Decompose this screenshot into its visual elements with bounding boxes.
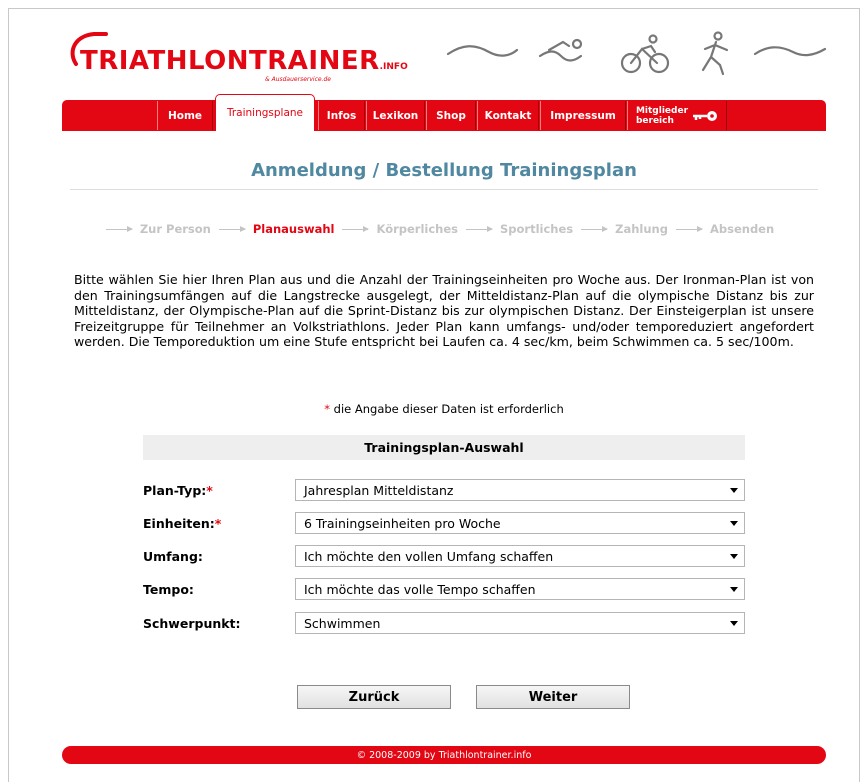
nav-mitgliederbereich[interactable]: Mitglieder bereich bbox=[627, 101, 727, 130]
umfang-select[interactable]: Ich möchte den vollen Umfang schaffen bbox=[295, 545, 745, 567]
required-note: * die Angabe dieser Daten ist erforderli… bbox=[62, 402, 826, 416]
tempo-value: Ich möchte das volle Tempo schaffen bbox=[304, 581, 536, 597]
plan-typ-value: Jahresplan Mitteldistanz bbox=[304, 482, 454, 498]
einheiten-label: Einheiten: * bbox=[143, 515, 222, 531]
intro-text: Bitte wählen Sie hier Ihren Plan aus und… bbox=[74, 272, 814, 349]
plan-typ-select[interactable]: Jahresplan Mitteldistanz bbox=[295, 479, 745, 501]
nav-kontakt[interactable]: Kontakt bbox=[477, 101, 539, 130]
chevron-down-icon bbox=[730, 488, 738, 493]
logo-text: TRIATHLONTRAINER.INFO bbox=[80, 46, 408, 76]
next-button[interactable]: Weiter bbox=[476, 685, 630, 709]
logo-suffix: .INFO bbox=[379, 62, 408, 72]
nav-infos[interactable]: Infos bbox=[318, 101, 365, 130]
schwerpunkt-label: Schwerpunkt: bbox=[143, 615, 241, 631]
step-planauswahl: Planauswahl bbox=[252, 222, 335, 236]
chevron-down-icon bbox=[730, 554, 738, 559]
step-absenden: Absenden bbox=[709, 222, 775, 236]
step-arrow-icon bbox=[675, 225, 703, 232]
required-note-text: die Angabe dieser Daten ist erforderlich bbox=[330, 402, 564, 416]
step-sportliches: Sportliches bbox=[500, 222, 574, 236]
step-arrow-icon bbox=[581, 225, 609, 232]
step-arrow-icon bbox=[342, 225, 370, 232]
nav-lexikon[interactable]: Lexikon bbox=[366, 101, 425, 130]
umfang-label: Umfang: bbox=[143, 548, 203, 564]
plan-typ-label: Plan-Typ: * bbox=[143, 482, 213, 498]
key-icon bbox=[693, 110, 718, 121]
step-arrow-icon bbox=[466, 225, 494, 232]
logo-subline: & Ausdauerservice.de bbox=[265, 76, 331, 83]
chevron-down-icon bbox=[730, 587, 738, 592]
tempo-select[interactable]: Ich möchte das volle Tempo schaffen bbox=[295, 578, 745, 600]
einheiten-value: 6 Trainingseinheiten pro Woche bbox=[304, 515, 501, 531]
step-koerperliches: Körperliches bbox=[376, 222, 459, 236]
chevron-down-icon bbox=[730, 621, 738, 626]
umfang-value: Ich möchte den vollen Umfang schaffen bbox=[304, 548, 554, 564]
nav-impressum[interactable]: Impressum bbox=[540, 101, 626, 130]
step-arrow-icon bbox=[105, 225, 133, 232]
einheiten-select[interactable]: 6 Trainingseinheiten pro Woche bbox=[295, 512, 745, 534]
sports-pictogram-icon bbox=[446, 31, 827, 76]
schwerpunkt-select[interactable]: Schwimmen bbox=[295, 612, 745, 634]
nav-member-label: Mitglieder bereich bbox=[635, 105, 689, 126]
site-logo[interactable]: TRIATHLONTRAINER.INFO & Ausdauerservice.… bbox=[62, 30, 422, 90]
nav-home[interactable]: Home bbox=[157, 101, 213, 130]
nav-trainingsplane[interactable]: Trainingsplane bbox=[215, 94, 315, 131]
step-arrow-icon bbox=[218, 225, 246, 232]
step-zahlung: Zahlung bbox=[615, 222, 668, 236]
page-title: Anmeldung / Bestellung Trainingsplan bbox=[251, 160, 637, 181]
tempo-label: Tempo: bbox=[143, 581, 194, 597]
schwerpunkt-value: Schwimmen bbox=[304, 615, 381, 631]
nav-shop[interactable]: Shop bbox=[426, 101, 476, 130]
section-title: Trainingsplan-Auswahl bbox=[143, 435, 745, 460]
step-zur-person: Zur Person bbox=[139, 222, 211, 236]
order-steps: Zur Person Planauswahl Körperliches Spor… bbox=[62, 220, 826, 238]
back-button[interactable]: Zurück bbox=[297, 685, 451, 709]
footer-copyright: © 2008-2009 by Triathlontrainer.info bbox=[62, 746, 826, 764]
title-divider bbox=[70, 189, 818, 190]
chevron-down-icon bbox=[730, 521, 738, 526]
